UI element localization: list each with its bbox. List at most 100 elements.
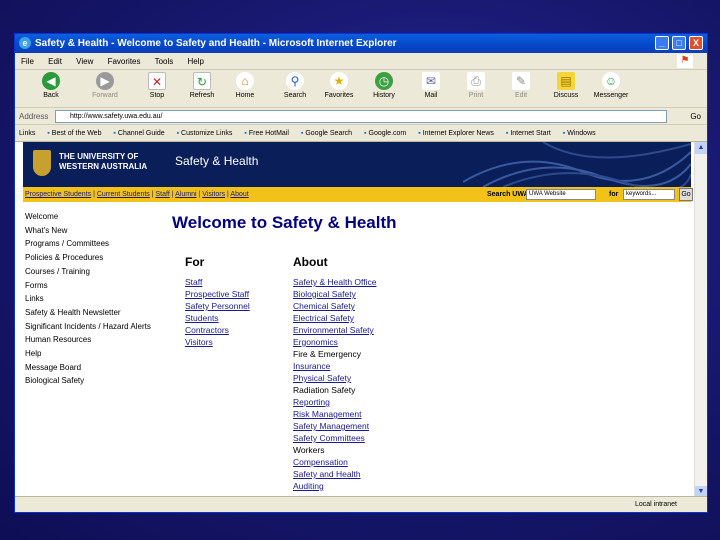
- for-link-contractors[interactable]: Contractors: [185, 324, 250, 336]
- menu-file[interactable]: File: [21, 57, 34, 66]
- nav-about[interactable]: About: [230, 191, 248, 198]
- link-ie-news[interactable]: Internet Explorer News: [418, 130, 494, 137]
- about-item[interactable]: Risk Management: [293, 408, 376, 420]
- about-item[interactable]: Chemical Safety: [293, 300, 376, 312]
- sidebar-item-help[interactable]: Help: [25, 347, 170, 361]
- for-heading: For: [185, 255, 205, 269]
- sidebar-item-whats-new[interactable]: What's New: [25, 224, 170, 238]
- about-item[interactable]: Compensation: [293, 456, 376, 468]
- forward-arrow-icon: ▶: [96, 72, 114, 90]
- uwa-crest-logo: [33, 150, 51, 176]
- sidebar-item-forms[interactable]: Forms: [25, 279, 170, 293]
- menu-tools[interactable]: Tools: [155, 57, 174, 66]
- about-list: Safety & Health Office Biological Safety C…: [293, 276, 376, 492]
- stop-label: Stop: [149, 92, 165, 99]
- for-link-safety-personnel[interactable]: Safety Personnel: [185, 300, 250, 312]
- link-free-hotmail[interactable]: Free HotMail: [244, 130, 289, 137]
- back-button[interactable]: ◀ Back: [31, 72, 71, 99]
- sidebar-item-programs[interactable]: Programs / Committees: [25, 237, 170, 251]
- favorites-button[interactable]: ★ Favorites: [319, 72, 359, 99]
- home-button[interactable]: ⌂ Home: [225, 72, 265, 99]
- sidebar-item-incidents[interactable]: Significant Incidents / Hazard Alerts: [25, 320, 170, 334]
- address-input[interactable]: http://www.safety.uwa.edu.au/: [55, 110, 667, 123]
- about-item[interactable]: Physical Safety: [293, 372, 376, 384]
- search-uwa-label: Search UWA: [487, 191, 529, 198]
- about-item[interactable]: Insurance: [293, 360, 376, 372]
- search-icon: ⚲: [286, 72, 304, 90]
- mail-icon: ✉: [422, 72, 440, 90]
- about-item: Radiation Safety: [293, 385, 356, 395]
- for-link-prospective-staff[interactable]: Prospective Staff: [185, 288, 250, 300]
- sidebar-item-welcome[interactable]: Welcome: [25, 210, 170, 224]
- browser-window: e Safety & Health - Welcome to Safety an…: [14, 33, 708, 513]
- search-scope-select[interactable]: UWA Website: [526, 189, 596, 200]
- printer-icon: ⎙: [467, 72, 485, 90]
- menu-edit[interactable]: Edit: [48, 57, 62, 66]
- about-item[interactable]: Electrical Safety: [293, 312, 376, 324]
- sidebar-item-policies[interactable]: Policies & Procedures: [25, 251, 170, 265]
- star-icon: ★: [330, 72, 348, 90]
- nav-current-students[interactable]: Current Students: [97, 191, 150, 198]
- ie-logo-icon: e: [19, 37, 31, 49]
- sidebar-item-biological-safety[interactable]: Biological Safety: [25, 374, 170, 388]
- nav-visitors[interactable]: Visitors: [202, 191, 225, 198]
- search-label: Search: [283, 92, 307, 99]
- menu-view[interactable]: View: [76, 57, 93, 66]
- nav-staff[interactable]: Staff: [156, 191, 170, 198]
- link-google-search[interactable]: Google Search: [301, 130, 352, 137]
- link-google-com[interactable]: Google.com: [364, 130, 406, 137]
- scroll-up-icon[interactable]: ▲: [695, 142, 707, 154]
- history-button[interactable]: ◷ History: [364, 72, 404, 99]
- maximize-button[interactable]: □: [672, 36, 686, 50]
- messenger-button[interactable]: ☺ Messenger: [591, 72, 631, 99]
- back-label: Back: [43, 92, 59, 99]
- search-go-button[interactable]: Go: [679, 188, 693, 201]
- for-label: for: [609, 191, 619, 198]
- close-button[interactable]: X: [689, 36, 703, 50]
- link-best-of-web[interactable]: Best of the Web: [47, 130, 101, 137]
- discuss-button[interactable]: ▤ Discuss: [546, 72, 586, 99]
- sidebar-item-human-resources[interactable]: Human Resources: [25, 333, 170, 347]
- menu-help[interactable]: Help: [188, 57, 204, 66]
- status-bar: Local intranet: [15, 496, 707, 512]
- search-button[interactable]: ⚲ Search: [275, 72, 315, 99]
- sidebar-item-newsletter[interactable]: Safety & Health Newsletter: [25, 306, 170, 320]
- mail-button[interactable]: ✉ Mail: [411, 72, 451, 99]
- sidebar-item-links[interactable]: Links: [25, 292, 170, 306]
- links-label: Links: [19, 130, 36, 137]
- about-item[interactable]: Safety & Health Office: [293, 276, 376, 288]
- about-item[interactable]: Safety Committees: [293, 432, 376, 444]
- sidebar-item-courses[interactable]: Courses / Training: [25, 265, 170, 279]
- for-link-visitors[interactable]: Visitors: [185, 336, 250, 348]
- nav-alumni[interactable]: Alumni: [175, 191, 196, 198]
- link-windows[interactable]: Windows: [563, 130, 596, 137]
- about-item[interactable]: Safety Management: [293, 420, 376, 432]
- refresh-button[interactable]: ↻ Refresh: [182, 72, 222, 99]
- link-internet-start[interactable]: Internet Start: [506, 130, 551, 137]
- print-button[interactable]: ⎙ Print: [456, 72, 496, 99]
- nav-prospective-students[interactable]: Prospective Students: [25, 191, 91, 198]
- history-label: History: [373, 92, 395, 99]
- for-link-staff[interactable]: Staff: [185, 276, 250, 288]
- about-item[interactable]: Ergonomics: [293, 336, 376, 348]
- vertical-scrollbar[interactable]: ▲ ▼: [694, 142, 707, 498]
- about-item[interactable]: Environmental Safety: [293, 324, 376, 336]
- link-customize-links[interactable]: Customize Links: [177, 130, 233, 137]
- about-item[interactable]: Biological Safety: [293, 288, 376, 300]
- sidebar-item-message-board[interactable]: Message Board: [25, 361, 170, 375]
- keywords-input[interactable]: keywords...: [623, 189, 675, 200]
- go-button[interactable]: Go: [690, 108, 701, 125]
- stop-button[interactable]: ✕ Stop: [137, 72, 177, 99]
- edit-button[interactable]: ✎ Edit: [501, 72, 541, 99]
- for-link-students[interactable]: Students: [185, 312, 250, 324]
- forward-label: Forward: [92, 92, 118, 99]
- link-channel-guide[interactable]: Channel Guide: [113, 130, 164, 137]
- menu-favorites[interactable]: Favorites: [108, 57, 141, 66]
- about-item[interactable]: Safety and Health: [293, 468, 376, 480]
- about-item[interactable]: Reporting: [293, 396, 376, 408]
- minimize-button[interactable]: _: [655, 36, 669, 50]
- forward-button[interactable]: ▶ Forward: [85, 72, 125, 99]
- title-bar[interactable]: e Safety & Health - Welcome to Safety an…: [15, 34, 707, 53]
- security-zone: Local intranet: [634, 501, 677, 508]
- about-item[interactable]: Auditing: [293, 480, 376, 492]
